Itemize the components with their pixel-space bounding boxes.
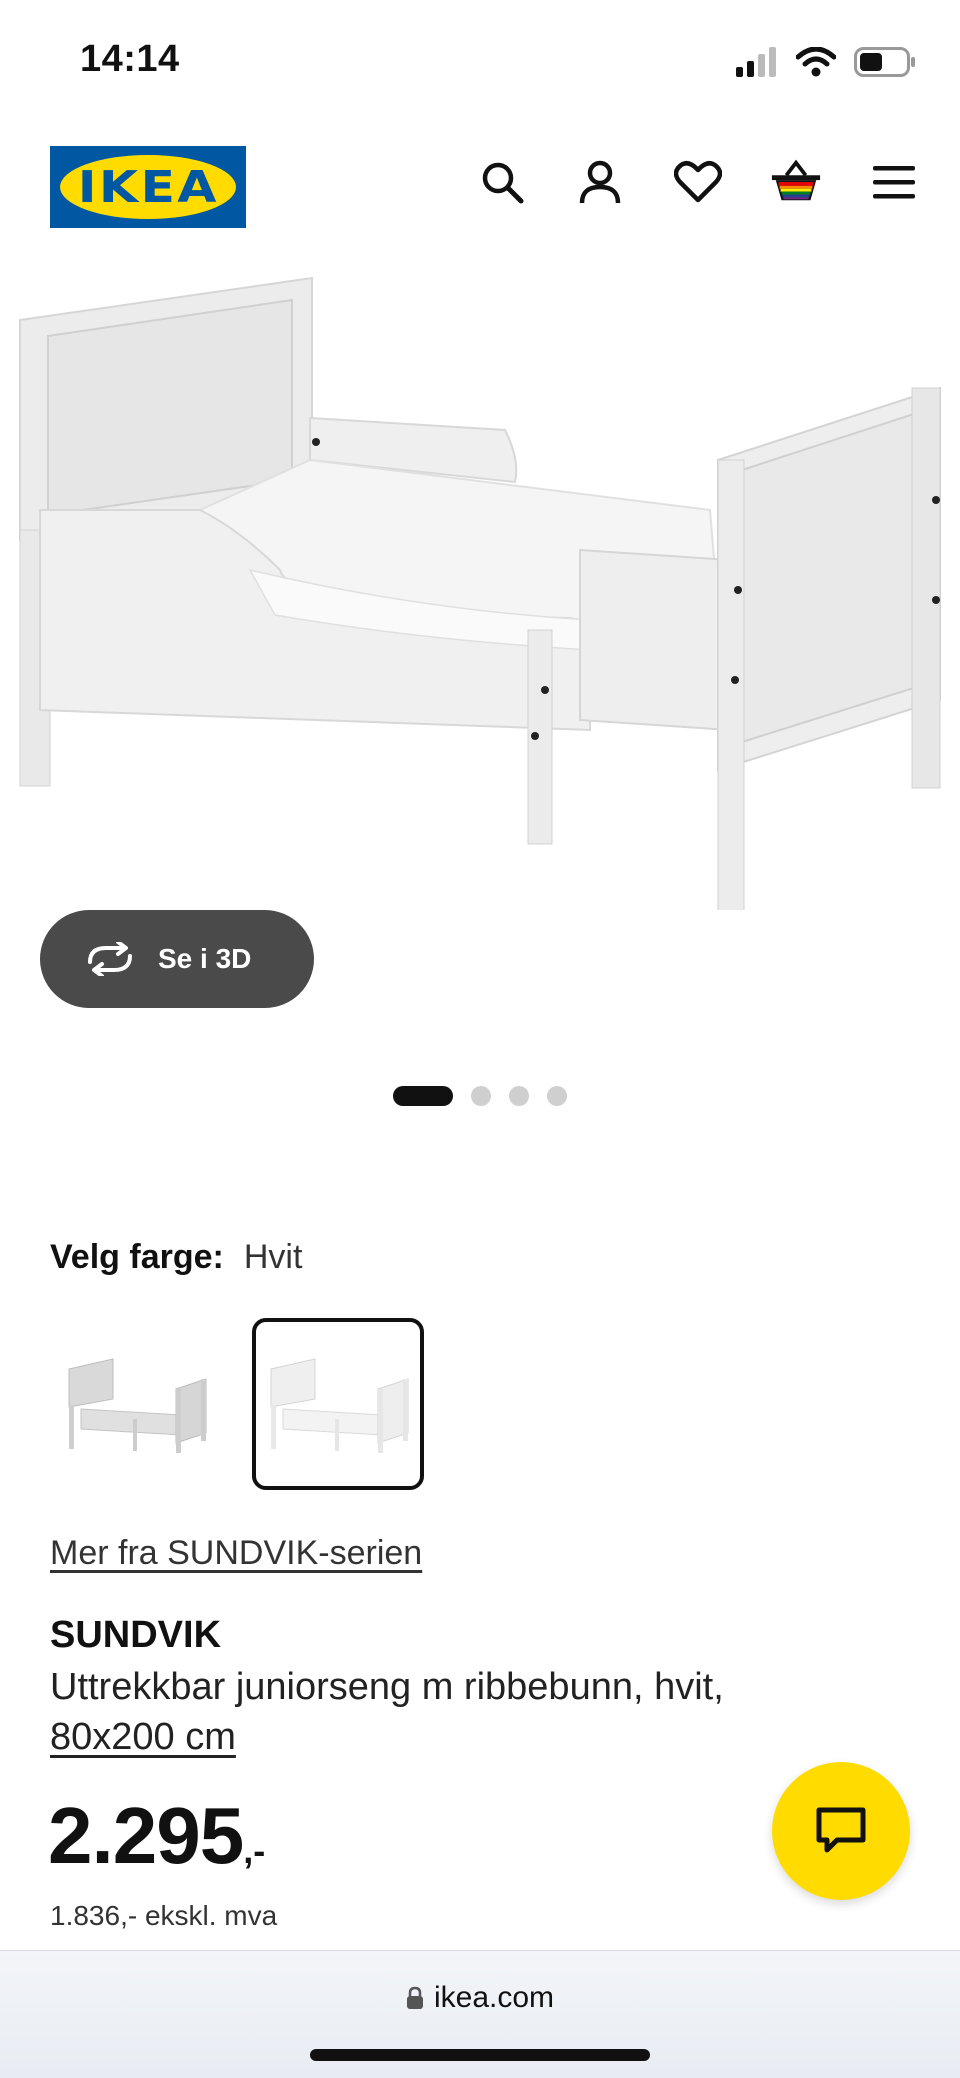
color-value: Hvit — [243, 1238, 303, 1276]
product-image[interactable] — [0, 270, 960, 921]
ikea-logo[interactable]: IKEA — [50, 146, 246, 228]
search-icon[interactable] — [476, 156, 528, 208]
lock-icon — [406, 1986, 423, 2009]
view-in-3d-button[interactable]: Se i 3D — [40, 910, 314, 1008]
product-size-link[interactable]: 80x200 cm — [50, 1716, 236, 1758]
color-swatch-white[interactable] — [252, 1318, 424, 1490]
grey-bed-thumbnail — [68, 1358, 207, 1453]
carousel-dot-3[interactable] — [509, 1086, 529, 1106]
status-icons — [736, 44, 916, 80]
site-header: IKEA — [0, 140, 960, 240]
carousel-dot-4[interactable] — [547, 1086, 567, 1106]
url-field[interactable]: ikea.com — [0, 1981, 960, 2015]
price-suffix: ,- — [243, 1830, 266, 1871]
series-link[interactable]: Mer fra SUNDVIK-serien — [50, 1534, 422, 1573]
status-time: 14:14 — [80, 38, 180, 80]
color-swatches — [50, 1318, 424, 1490]
home-indicator — [310, 2049, 650, 2061]
color-selector-heading: Velg farge: Hvit — [50, 1238, 302, 1277]
color-label: Velg farge: — [50, 1238, 224, 1276]
chat-button[interactable] — [772, 1762, 910, 1900]
battery-icon — [854, 47, 915, 77]
shopping-basket-icon[interactable] — [770, 156, 822, 208]
product-description-text: Uttrekkbar juniorseng m ribbebunn, hvit, — [50, 1666, 724, 1708]
white-bed-thumbnail — [270, 1358, 409, 1453]
heart-icon[interactable] — [672, 156, 724, 208]
url-text: ikea.com — [433, 1981, 555, 2014]
price-value: 2.295 — [48, 1791, 244, 1880]
cellular-signal-icon — [736, 47, 776, 77]
carousel-dots — [0, 1086, 960, 1106]
logo-oval: IKEA — [60, 155, 236, 219]
wifi-icon — [796, 47, 836, 77]
carousel-dot-1[interactable] — [393, 1086, 453, 1106]
menu-icon[interactable] — [868, 156, 920, 208]
account-icon[interactable] — [574, 156, 626, 208]
product-price: 2.295 ,- — [48, 1790, 265, 1882]
status-bar: 14:14 — [0, 0, 960, 120]
rotate-3d-icon — [88, 942, 132, 976]
product-description: Uttrekkbar juniorseng m ribbebunn, hvit,… — [50, 1662, 850, 1762]
header-icons — [476, 156, 920, 208]
view-in-3d-label: Se i 3D — [158, 943, 252, 974]
price-excluding-vat: 1.836,- ekskl. mva — [50, 1900, 278, 1931]
logo-text: IKEA — [77, 161, 219, 213]
product-name: SUNDVIK — [50, 1614, 222, 1656]
color-swatch-grey[interactable] — [50, 1318, 222, 1490]
browser-address-bar: ikea.com — [0, 1950, 960, 2078]
carousel-dot-2[interactable] — [471, 1086, 491, 1106]
bed-illustration — [19, 276, 941, 921]
chat-icon — [816, 1807, 866, 1853]
